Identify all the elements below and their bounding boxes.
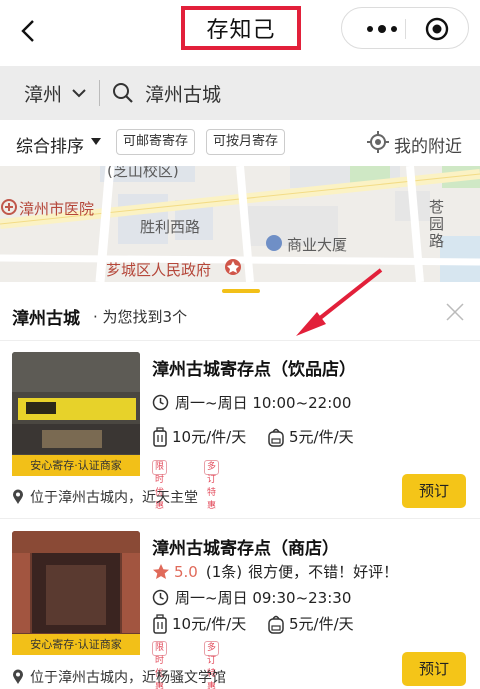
price-bag-text: 5元/件/天: [289, 428, 354, 446]
search-divider: [99, 80, 100, 106]
back-arrow-icon[interactable]: [14, 16, 44, 46]
page-title: 存知己: [206, 18, 276, 43]
backpack-icon: [268, 428, 284, 447]
location-row: 位于漳州古城内，近杨骚文学馆: [12, 667, 226, 687]
location-row: 位于漳州古城内，近天主堂: [12, 487, 198, 507]
results-location: 漳州古城: [12, 309, 80, 329]
city-selector[interactable]: 漳州: [24, 80, 62, 107]
price-luggage: 10元/件/天: [152, 613, 246, 634]
review-snippet: 很方便，不错！好评！: [248, 563, 399, 581]
listing-title[interactable]: 漳州古城寄存点（商店）: [152, 534, 339, 559]
list-item[interactable]: 安心寄存·认证商家 漳州古城寄存点（商店） 5.0 (1条) 很方便，不错！好评…: [0, 521, 480, 689]
listing-title[interactable]: 漳州古城寄存点（饮品店）: [152, 355, 356, 380]
hours-row: 周一~周日 09:30~23:30: [152, 587, 351, 608]
map-view[interactable]: (芝山校区) 漳州市医院 胜利西路 商业大厦 芗城区人民政府 苍 园 路: [0, 166, 480, 282]
book-button[interactable]: 预订: [402, 474, 466, 508]
promo-tag: 多订特惠: [204, 641, 220, 689]
results-count: · 为您找到3个: [93, 308, 188, 326]
top-bar: 存知己: [0, 0, 480, 64]
triangle-down-icon[interactable]: [91, 138, 101, 146]
book-button[interactable]: 预订: [402, 652, 466, 686]
suitcase-icon: [153, 613, 167, 634]
chevron-down-icon[interactable]: [71, 88, 87, 98]
verified-badge: 安心寄存·认证商家: [12, 634, 140, 655]
close-icon[interactable]: [445, 302, 465, 322]
divider: [0, 518, 480, 519]
map-label-road: 胜利西路: [140, 218, 201, 236]
location-text: 位于漳州古城内，近杨骚文学馆: [30, 670, 226, 686]
promo-tag: 限时优惠: [152, 460, 168, 511]
search-input[interactable]: 漳州古城: [145, 80, 221, 107]
location-pin-icon: [13, 489, 23, 504]
hours-text: 周一~周日 10:00~22:00: [175, 394, 352, 412]
price-bag-text: 5元/件/天: [289, 615, 354, 633]
price-bag: 5元/件/天: [267, 426, 354, 447]
filter-mail-storage[interactable]: 可邮寄寄存: [116, 129, 196, 155]
map-label-campus: (芝山校区): [107, 166, 179, 180]
star-icon: [153, 563, 169, 579]
location-text: 位于漳州古城内，近天主堂: [30, 490, 198, 506]
filter-monthly-storage[interactable]: 可按月寄存: [206, 129, 286, 155]
close-program-icon[interactable]: [425, 17, 449, 41]
rating-score: 5.0: [174, 562, 198, 581]
capsule-divider: [405, 19, 406, 39]
map-label-vertical-3: 路: [429, 232, 445, 250]
promo-tag: 限时优惠: [152, 641, 168, 689]
map-label-government: 芗城区人民政府: [106, 261, 212, 279]
map-roads: [0, 166, 480, 282]
price-luggage-text: 10元/件/天: [172, 428, 247, 446]
backpack-icon: [268, 615, 284, 634]
mini-program-capsule: [341, 7, 469, 49]
divider: [0, 340, 480, 341]
map-label-building: 商业大厦: [287, 236, 348, 254]
hours-row: 周一~周日 10:00~22:00: [152, 392, 351, 413]
verified-badge: 安心寄存·认证商家: [12, 455, 140, 476]
clock-icon: [152, 394, 169, 411]
nearby-button[interactable]: 我的附近: [394, 132, 462, 157]
suitcase-icon: [153, 426, 167, 447]
list-item[interactable]: 安心寄存·认证商家 漳州古城寄存点（饮品店） 周一~周日 10:00~22:00…: [0, 342, 480, 518]
drag-handle[interactable]: [222, 289, 260, 293]
price-luggage-text: 10元/件/天: [172, 615, 247, 633]
promo-tag: 多订特惠: [204, 460, 220, 511]
filter-row: 综合排序 可邮寄寄存 可按月寄存 我的附近: [0, 120, 480, 166]
location-pin-icon: [13, 669, 23, 684]
review-count: (1条): [205, 563, 243, 581]
map-label-hospital: 漳州市医院: [19, 200, 95, 218]
hours-text: 周一~周日 09:30~23:30: [175, 589, 352, 607]
search-bar: 漳州 漳州古城: [0, 66, 480, 120]
page-title-highlight: 存知己: [181, 6, 301, 50]
more-options-icon[interactable]: [362, 20, 402, 38]
price-luggage: 10元/件/天: [152, 426, 246, 447]
locate-icon[interactable]: [367, 131, 389, 153]
rating-row: 5.0 (1条) 很方便，不错！好评！: [152, 561, 398, 582]
sort-dropdown[interactable]: 综合排序: [16, 132, 84, 157]
results-header: 漳州古城 · 为您找到3个: [0, 296, 480, 336]
clock-icon: [152, 589, 169, 606]
search-icon: [113, 83, 133, 103]
price-bag: 5元/件/天: [267, 613, 354, 634]
